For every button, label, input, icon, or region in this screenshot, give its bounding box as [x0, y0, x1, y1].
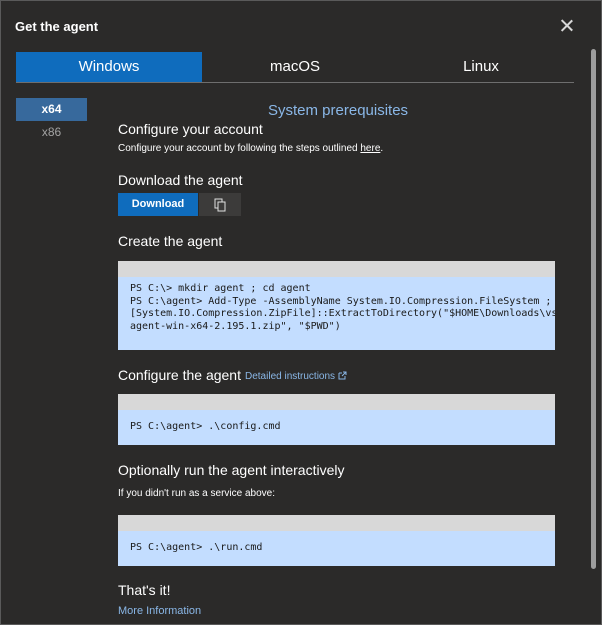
create-agent-code[interactable]: PS C:\> mkdir agent ; cd agent PS C:\agen…: [118, 261, 555, 350]
create-agent-heading: Create the agent: [118, 233, 223, 249]
scrollbar[interactable]: [589, 43, 598, 623]
here-link[interactable]: here: [360, 143, 380, 154]
code-lines: PS C:\agent> .\run.cmd: [118, 531, 555, 555]
dialog-title: Get the agent: [15, 19, 99, 34]
tab-linux[interactable]: Linux: [388, 52, 574, 82]
code-lines: PS C:\agent> .\config.cmd: [118, 410, 555, 434]
sentence-end: .: [380, 143, 384, 154]
code-line: PS C:\agent> .\config.cmd: [130, 421, 281, 432]
code-line: PS C:\agent> .\run.cmd: [130, 542, 263, 553]
code-line: PS C:\> mkdir agent ; cd agent: [130, 283, 311, 294]
code-header-bar: [118, 515, 555, 531]
tab-windows[interactable]: Windows: [16, 52, 202, 82]
download-button[interactable]: Download: [118, 193, 198, 216]
code-line: agent-win-x64-2.195.1.zip", "$PWD"): [130, 320, 341, 332]
architecture-list: x64 x86: [16, 98, 87, 144]
configure-agent-code[interactable]: PS C:\agent> .\config.cmd: [118, 394, 555, 445]
os-tabs: Windows macOS Linux: [16, 52, 574, 83]
tab-macos[interactable]: macOS: [202, 52, 388, 82]
detailed-instructions-link[interactable]: Detailed instructions: [245, 371, 347, 382]
close-icon[interactable]: [557, 16, 577, 36]
more-information-link[interactable]: More Information: [118, 605, 201, 617]
run-agent-text: If you didn't run as a service above:: [118, 488, 275, 499]
copy-icon[interactable]: [199, 193, 241, 216]
configure-account-description: Configure your account by following the …: [118, 143, 358, 154]
detailed-instructions-label: Detailed instructions: [245, 371, 336, 382]
download-heading: Download the agent: [118, 172, 243, 188]
code-header-bar: [118, 394, 555, 410]
thats-it-heading: That's it!: [118, 582, 171, 598]
arch-x64[interactable]: x64: [16, 98, 87, 121]
external-link-icon: [338, 371, 347, 380]
get-agent-dialog: Get the agent Windows macOS Linux x64 x8…: [0, 0, 602, 625]
run-agent-heading: Optionally run the agent interactively: [118, 462, 345, 478]
arch-x86[interactable]: x86: [16, 121, 87, 144]
code-lines: PS C:\> mkdir agent ; cd agent PS C:\agen…: [118, 277, 555, 333]
code-header-bar: [118, 261, 555, 277]
configure-account-text: Configure your account by following the …: [118, 143, 383, 154]
code-line: PS C:\agent> Add-Type -AssemblyName Syst…: [130, 295, 552, 307]
scrollbar-thumb[interactable]: [591, 49, 596, 569]
run-agent-code[interactable]: PS C:\agent> .\run.cmd: [118, 515, 555, 566]
system-prerequisites-link[interactable]: System prerequisites: [268, 102, 408, 119]
code-line: [System.IO.Compression.ZipFile]::Extract…: [130, 308, 555, 319]
configure-agent-heading: Configure the agent: [118, 367, 241, 383]
configure-account-heading: Configure your account: [118, 121, 263, 137]
